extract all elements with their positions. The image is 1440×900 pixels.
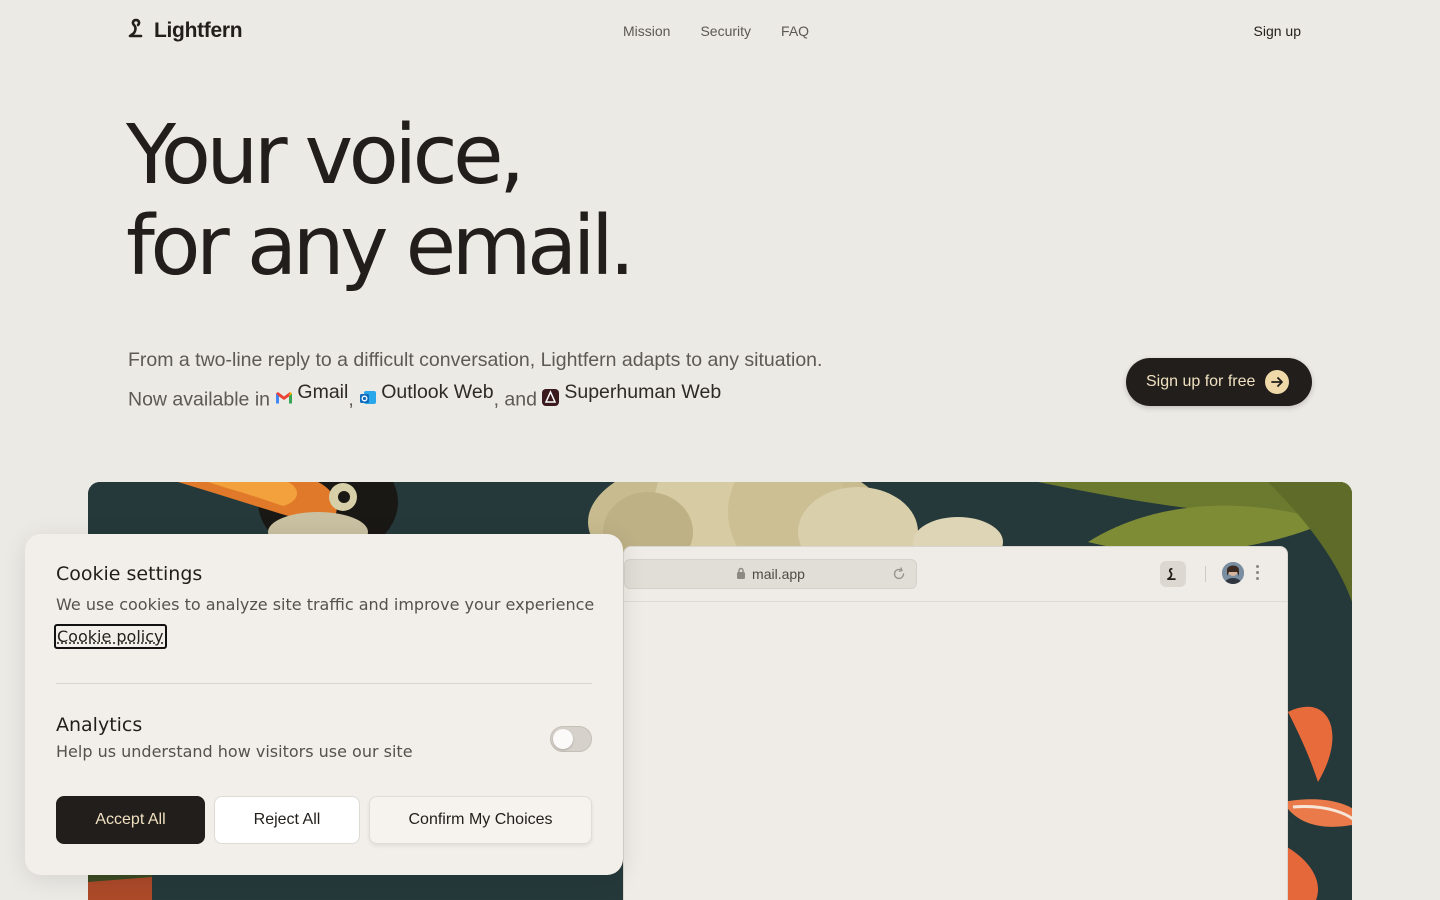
product-outlook-label: Outlook Web [381,381,494,403]
cookie-title: Cookie settings [56,563,203,585]
available-prefix: Now available in [128,388,270,411]
signup-free-button[interactable]: Sign up for free [1126,358,1312,406]
logo-link[interactable]: Lightfern [127,18,243,43]
lock-icon [736,566,746,582]
hero-subtitle-line1: From a two-line reply to a difficult con… [128,349,823,371]
logo-text: Lightfern [154,18,243,42]
confirm-choices-button[interactable]: Confirm My Choices [369,796,592,844]
browser-mockup: mail.app [623,546,1288,900]
cookie-policy-link[interactable]: Cookie policy [54,624,167,649]
analytics-description: Help us understand how visitors use our … [56,742,413,761]
product-gmail: Gmail [275,376,348,408]
product-superhuman: Superhuman Web [542,376,721,408]
nav-link-faq[interactable]: FAQ [781,23,809,39]
reload-icon[interactable] [892,567,906,584]
analytics-toggle[interactable] [550,726,592,752]
signup-free-label: Sign up for free [1146,373,1256,390]
reject-all-button[interactable]: Reject All [214,796,360,844]
cookie-divider [56,683,592,684]
top-nav: Lightfern Mission Security FAQ Sign up [0,0,1440,64]
superhuman-icon [542,384,560,406]
hero-title-line1: Your voice, [126,108,525,203]
analytics-toggle-knob [553,729,573,749]
lightfern-extension-icon[interactable] [1160,561,1186,587]
nav-link-security[interactable]: Security [700,23,751,39]
page: Lightfern Mission Security FAQ Sign up Y… [0,0,1440,900]
url-bar[interactable]: mail.app [624,559,917,589]
hero-title: Your voice, for any email. [126,108,635,294]
arrow-right-icon [1265,370,1290,394]
product-outlook: Outlook Web [359,376,494,408]
accept-all-button[interactable]: Accept All [56,796,205,844]
hero-subtitle-line2: Now available in Gmail, Outlook Web , an… [128,376,822,416]
signup-link[interactable]: Sign up [1254,23,1301,39]
browser-toolbar: mail.app [624,547,1287,602]
url-text: mail.app [752,566,805,582]
hero-subtitle: From a two-line reply to a difficult con… [128,344,822,416]
outlook-icon [359,384,377,404]
lightfern-logo-icon [127,18,149,43]
product-superhuman-label: Superhuman Web [564,381,722,403]
cookie-settings-dialog: Cookie settings We use cookies to analyz… [25,534,623,875]
toolbar-divider [1205,566,1206,582]
more-options-icon[interactable] [1256,565,1259,580]
avatar[interactable] [1222,562,1244,584]
product-gmail-label: Gmail [297,381,349,403]
hero-title-line2: for any email. [126,199,635,294]
nav-link-mission[interactable]: Mission [623,23,670,39]
nav-links: Mission Security FAQ [623,23,809,39]
gmail-icon [275,384,293,403]
analytics-title: Analytics [56,714,143,736]
cookie-description: We use cookies to analyze site traffic a… [56,595,595,614]
